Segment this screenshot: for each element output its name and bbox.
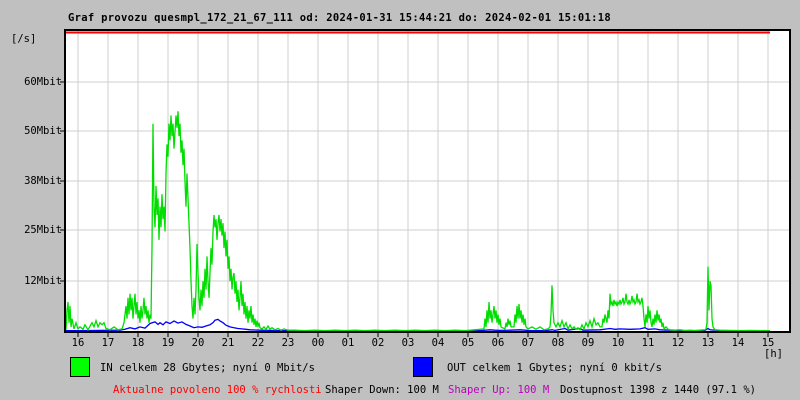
y-tick-label: 12Mbit: [0, 275, 62, 287]
status-shaper-up: Shaper Up: 100 M: [448, 384, 549, 396]
status-shaper-down: Shaper Down: 100 M: [325, 384, 439, 396]
traffic-chart: [55, 25, 795, 340]
y-tick-label: 50Mbit: [0, 125, 62, 137]
status-availability: Dostupnost 1398 z 1440 (97.1 %): [560, 384, 756, 396]
y-axis-unit-label: [/s]: [11, 33, 36, 45]
chart-title: Graf provozu quesmpl_172_21_67_111 od: 2…: [68, 12, 611, 24]
y-tick-label: 25Mbit: [0, 224, 62, 236]
legend-in-label: IN celkem 28 Gbytes; nyní 0 Mbit/s: [100, 362, 315, 374]
y-tick-label: 38Mbit: [0, 175, 62, 187]
status-allowed-speed: Aktualne povoleno 100 % rychlosti: [113, 384, 322, 396]
legend-out-swatch: [413, 357, 433, 377]
legend-in-swatch: [70, 357, 90, 377]
x-axis-unit-label: [h]: [764, 348, 783, 360]
y-tick-label: 60Mbit: [0, 76, 62, 88]
legend-out-label: OUT celkem 1 Gbytes; nyní 0 kbit/s: [447, 362, 662, 374]
